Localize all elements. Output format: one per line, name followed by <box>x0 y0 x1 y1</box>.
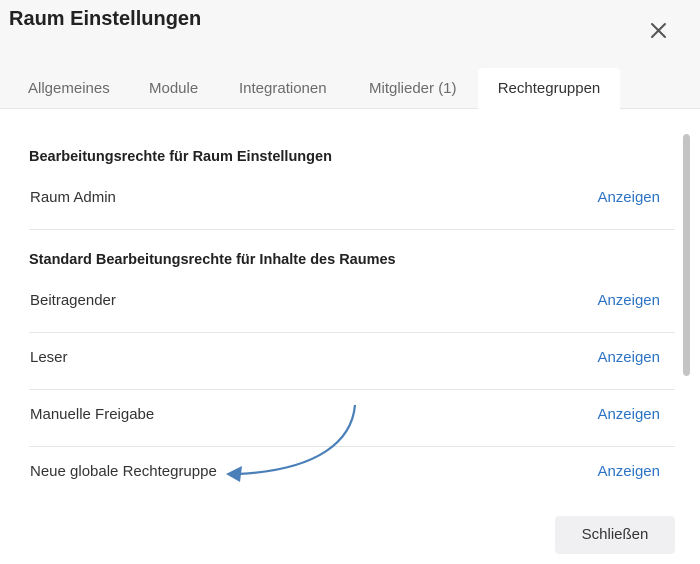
divider <box>29 229 675 230</box>
scrollbar[interactable] <box>683 134 690 376</box>
show-link[interactable]: Anzeigen <box>597 273 660 329</box>
list-item-beitragender: Beitragender Anzeigen <box>29 273 675 329</box>
list-item-raum-admin: Raum Admin Anzeigen <box>29 170 675 226</box>
close-icon[interactable] <box>644 16 672 44</box>
tab-bar: Allgemeines Module Integrationen Mitglie… <box>0 68 700 109</box>
tab-rechtegruppen[interactable]: Rechtegruppen <box>478 68 620 109</box>
row-label: Neue globale Rechtegruppe <box>30 463 217 480</box>
show-link[interactable]: Anzeigen <box>597 330 660 386</box>
list-item-manuelle-freigabe: Manuelle Freigabe Anzeigen <box>29 387 675 443</box>
section-title-room-settings: Bearbeitungsrechte für Raum Einstellunge… <box>29 149 332 165</box>
tab-integrationen[interactable]: Integrationen <box>239 68 327 108</box>
tab-module[interactable]: Module <box>149 68 198 108</box>
row-label: Beitragender <box>30 292 116 309</box>
dialog-title: Raum Einstellungen <box>9 8 202 30</box>
row-label: Manuelle Freigabe <box>30 406 155 423</box>
list-item-neue-globale-rechtegruppe: Neue globale Rechtegruppe Anzeigen <box>29 444 675 500</box>
show-link[interactable]: Anzeigen <box>597 444 660 500</box>
show-link[interactable]: Anzeigen <box>597 387 660 443</box>
list-item-leser: Leser Anzeigen <box>29 330 675 386</box>
room-settings-dialog: Raum Einstellungen Allgemeines Module In… <box>0 0 700 564</box>
show-link[interactable]: Anzeigen <box>597 170 660 226</box>
dialog-header: Raum Einstellungen <box>0 0 700 68</box>
close-button[interactable]: Schließen <box>555 516 675 554</box>
row-label: Leser <box>30 349 68 366</box>
section-title-content-rights: Standard Bearbeitungsrechte für Inhalte … <box>29 252 396 268</box>
tab-allgemeines[interactable]: Allgemeines <box>28 68 110 108</box>
tab-mitglieder[interactable]: Mitglieder (1) <box>369 68 457 108</box>
row-label: Raum Admin <box>30 189 116 206</box>
